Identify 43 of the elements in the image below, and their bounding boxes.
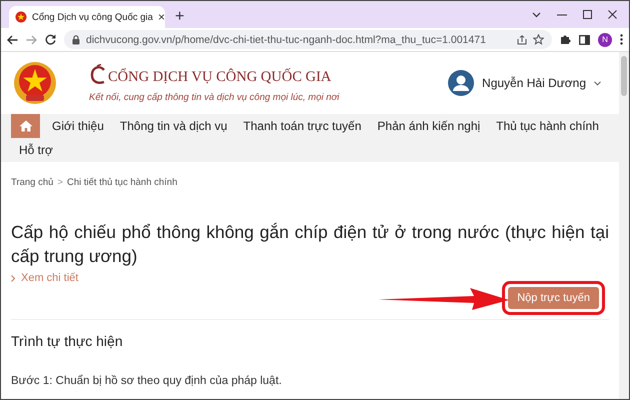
site-slogan: Kết nối, cung cấp thông tin và dịch vụ công mọi lúc, mọi nơi [89, 92, 340, 102]
swirl-logo-icon [89, 64, 107, 86]
chevron-right-icon [11, 274, 15, 282]
nav-item[interactable]: Thông tin và dịch vụ [112, 114, 236, 138]
section-heading: Trình tự thực hiện [11, 333, 124, 349]
caret-icon[interactable] [594, 80, 601, 86]
tab-close-button[interactable]: × [158, 11, 165, 23]
user-avatar-icon[interactable] [448, 70, 474, 96]
back-arrow-icon[interactable] [7, 34, 18, 44]
home-icon [18, 120, 32, 132]
breadcrumb-item[interactable]: Chi tiết thủ tục hành chính [66, 177, 178, 188]
profile-avatar[interactable]: N [598, 32, 612, 46]
user-name[interactable]: Nguyễn Hải Dương [482, 76, 586, 90]
lock-icon [72, 34, 80, 44]
maximize-icon[interactable] [583, 10, 592, 19]
site-title: CỔNG DỊCH VỤ CÔNG QUỐC GIA [108, 68, 332, 86]
url-text: dichvucong.gov.vn/p/home/dvc-chi-tiet-thu-tuc-nganh-doc.html?ma_thu_tuc=1.001471 [86, 34, 487, 46]
home-button[interactable] [11, 114, 40, 138]
scrollbar[interactable] [619, 52, 629, 399]
star-icon[interactable] [533, 34, 544, 45]
emblem-icon [15, 11, 27, 23]
tab-title: Cổng Dịch vụ công Quốc gia [32, 12, 153, 22]
new-tab-button[interactable]: + [175, 9, 184, 25]
menu-dots-icon[interactable] [620, 34, 623, 45]
close-icon[interactable] [608, 10, 617, 19]
address-bar[interactable]: dichvucong.gov.vn/p/home/dvc-chi-tiet-thu-tuc-nganh-doc.html?ma_thu_tuc=1.001471 [64, 30, 552, 49]
section-paragraph: Bước 1: Chuẩn bị hồ sơ theo quy định của pháp luật. [11, 375, 283, 387]
puzzle-piece-icon[interactable] [560, 34, 571, 45]
nav-item[interactable]: Hỗ trợ [11, 138, 61, 162]
share-icon[interactable] [517, 34, 527, 44]
minimize-icon[interactable] [557, 14, 567, 16]
reload-icon[interactable] [45, 34, 56, 45]
side-panel-icon[interactable] [579, 34, 590, 44]
breadcrumb-separator: > [57, 177, 63, 188]
national-emblem-icon [11, 59, 59, 107]
browser-tab[interactable]: Cổng Dịch vụ công Quốc gia × [9, 6, 165, 28]
nav-item[interactable]: Phản ánh kiến nghị [369, 114, 488, 138]
nav-item[interactable]: Thanh toán trực tuyến [235, 114, 370, 138]
chevron-down-icon[interactable] [532, 12, 541, 18]
procedure-title: Cấp hộ chiếu phổ thông không gắn chíp điện tử ở trong nước (thực hiện tại cấp trung ương) [11, 221, 609, 268]
nav-item[interactable]: Giới thiệu [44, 114, 112, 138]
nav-item[interactable]: Thủ tục hành chính [488, 114, 607, 138]
breadcrumb-item[interactable]: Trang chủ [11, 177, 54, 188]
